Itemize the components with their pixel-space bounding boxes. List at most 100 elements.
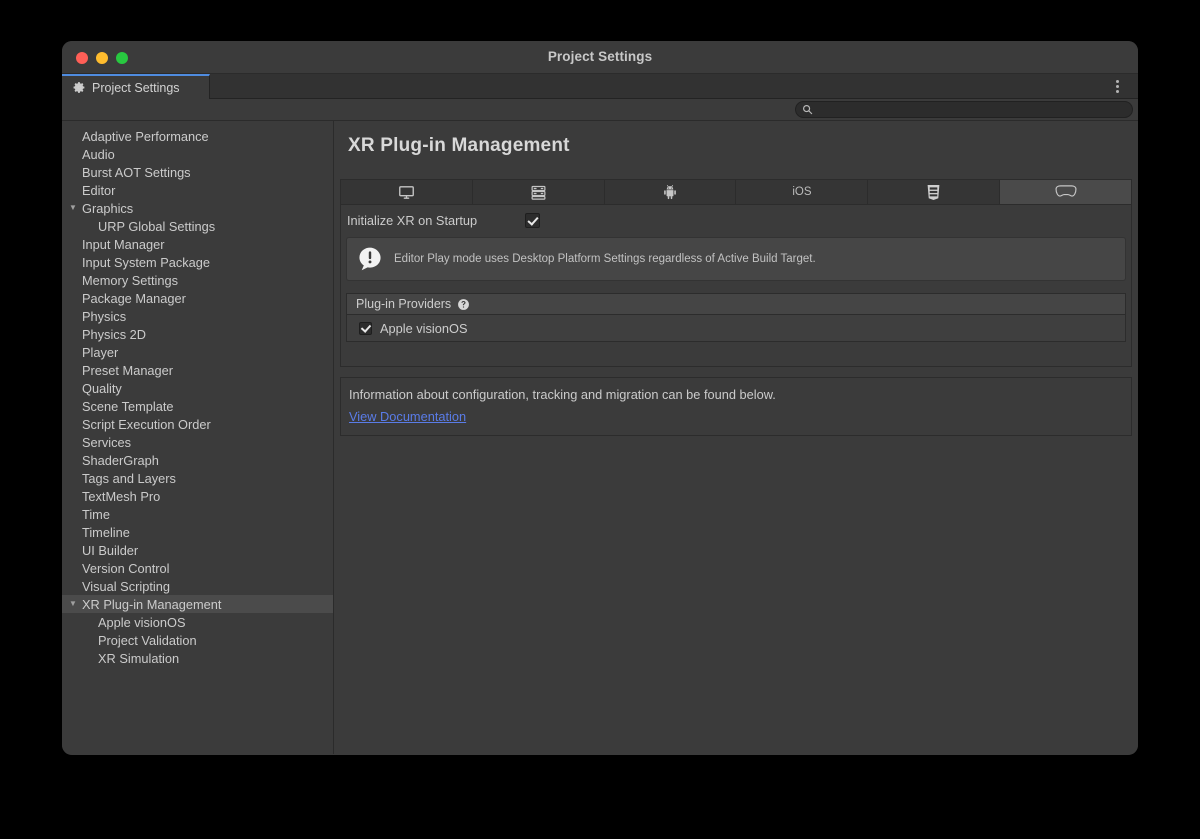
sidebar-item-preset-manager[interactable]: Preset Manager <box>62 361 333 379</box>
foldout-arrow-icon[interactable]: ▼ <box>68 595 78 613</box>
desktop-monitor-icon <box>398 184 415 201</box>
sidebar-item-label: Quality <box>82 380 122 396</box>
sidebar-item-version-control[interactable]: Version Control <box>62 559 333 577</box>
window-title-bar: Project Settings <box>62 41 1138 74</box>
sidebar-item-quality[interactable]: Quality <box>62 379 333 397</box>
sidebar-item-label: Package Manager <box>82 290 186 306</box>
sidebar-item-textmesh-pro[interactable]: TextMesh Pro <box>62 487 333 505</box>
search-field[interactable] <box>795 101 1133 118</box>
sidebar-item-label: Timeline <box>82 524 130 540</box>
info-message-text: Editor Play mode uses Desktop Platform S… <box>394 253 816 265</box>
window-body: Adaptive Performance Audio Burst AOT Setti… <box>62 121 1138 754</box>
sidebar-item-label: XR Plug-in Management <box>82 596 222 612</box>
sidebar-item-package-manager[interactable]: Package Manager <box>62 289 333 307</box>
page-title: XR Plug-in Management <box>348 135 570 156</box>
platform-tab-dedicated-server[interactable] <box>472 180 605 204</box>
plugin-providers-section: Plug-in Providers Apple visionOS <box>346 293 1126 342</box>
sidebar-item-label: Scene Template <box>82 398 174 414</box>
sidebar-item-label: Time <box>82 506 110 522</box>
sidebar-item-label: Player <box>82 344 119 360</box>
platform-tab-label: iOS <box>792 186 812 198</box>
sidebar-item-label: Physics 2D <box>82 326 147 342</box>
sidebar-item-timeline[interactable]: Timeline <box>62 523 333 541</box>
provider-row[interactable]: Apple visionOS <box>347 315 1125 341</box>
info-exclamation-icon <box>357 246 383 272</box>
platform-tab-ios[interactable]: iOS <box>736 180 869 204</box>
initialize-xr-label: Initialize XR on Startup <box>347 212 478 228</box>
sidebar-item-audio[interactable]: Audio <box>62 145 333 163</box>
sidebar-item-xr-plug-in-management[interactable]: ▼ XR Plug-in Management <box>62 595 333 613</box>
sidebar-item-adaptive-performance[interactable]: Adaptive Performance <box>62 127 333 145</box>
sidebar-item-label: Burst AOT Settings <box>82 164 191 180</box>
sidebar-item-label: TextMesh Pro <box>82 488 161 504</box>
sidebar-item-label: ShaderGraph <box>82 452 159 468</box>
dedicated-server-icon <box>530 184 547 201</box>
kebab-menu-icon[interactable] <box>1110 79 1124 94</box>
platform-tab-desktop-monitor[interactable] <box>341 180 473 204</box>
platform-tab-android-robot[interactable] <box>604 180 737 204</box>
sidebar-item-label: Memory Settings <box>82 272 179 288</box>
sidebar-item-script-execution-order[interactable]: Script Execution Order <box>62 415 333 433</box>
sidebar-item-input-system-package[interactable]: Input System Package <box>62 253 333 271</box>
sidebar-item-label: Audio <box>82 146 115 162</box>
platform-tab-webgl-html5[interactable] <box>868 180 1001 204</box>
sidebar-item-label: Project Validation <box>98 632 197 648</box>
plugin-providers-title: Plug-in Providers <box>356 297 452 311</box>
platform-tab-visionos-headset[interactable] <box>1000 180 1131 204</box>
sidebar-item-ui-builder[interactable]: UI Builder <box>62 541 333 559</box>
visionos-headset-icon <box>1053 184 1079 200</box>
documentation-box: Information about configuration, trackin… <box>340 377 1132 436</box>
sidebar-item-label: Tags and Layers <box>82 470 176 486</box>
provider-name: Apple visionOS <box>380 320 468 336</box>
sidebar-item-tags-and-layers[interactable]: Tags and Layers <box>62 469 333 487</box>
initialize-xr-checkbox[interactable] <box>525 212 540 228</box>
sidebar-item-label: UI Builder <box>82 542 139 558</box>
sidebar-item-label: XR Simulation <box>98 650 180 666</box>
help-question-icon[interactable] <box>457 298 470 311</box>
sidebar-item-scene-template[interactable]: Scene Template <box>62 397 333 415</box>
sidebar-item-physics[interactable]: Physics <box>62 307 333 325</box>
sidebar-item-visual-scripting[interactable]: Visual Scripting <box>62 577 333 595</box>
view-documentation-link[interactable]: View Documentation <box>349 409 466 424</box>
sidebar-item-label: Input Manager <box>82 236 165 252</box>
foldout-arrow-icon[interactable]: ▼ <box>68 199 78 217</box>
sidebar-item-label: Visual Scripting <box>82 578 170 594</box>
android-robot-icon <box>662 184 678 200</box>
settings-main-panel: XR Plug-in Management iOS Initialize XR … <box>334 121 1138 754</box>
sidebar-item-xr-simulation[interactable]: XR Simulation <box>62 649 333 667</box>
settings-sidebar[interactable]: Adaptive Performance Audio Burst AOT Setti… <box>62 121 334 754</box>
sidebar-item-label: Services <box>82 434 132 450</box>
sidebar-item-label: Script Execution Order <box>82 416 211 432</box>
provider-checkbox[interactable] <box>359 321 372 335</box>
sidebar-item-physics-2d[interactable]: Physics 2D <box>62 325 333 343</box>
search-input[interactable] <box>817 103 1132 116</box>
tab-project-settings[interactable]: Project Settings <box>62 74 210 99</box>
platform-tab-bar[interactable]: iOS <box>341 180 1131 205</box>
sidebar-item-memory-settings[interactable]: Memory Settings <box>62 271 333 289</box>
gear-icon <box>73 81 86 94</box>
sidebar-item-urp-global-settings[interactable]: URP Global Settings <box>62 217 333 235</box>
sidebar-item-label: Preset Manager <box>82 362 174 378</box>
sidebar-item-burst-aot-settings[interactable]: Burst AOT Settings <box>62 163 333 181</box>
sidebar-item-editor[interactable]: Editor <box>62 181 333 199</box>
sidebar-item-project-validation[interactable]: Project Validation <box>62 631 333 649</box>
editor-tab-strip: Project Settings <box>62 74 1138 99</box>
platform-settings-card: iOS Initialize XR on Startup Editor Play… <box>340 179 1132 367</box>
plugin-providers-header: Plug-in Providers <box>347 294 1125 315</box>
sidebar-item-label: Input System Package <box>82 254 211 270</box>
card-bottom-spacer <box>341 342 1131 366</box>
sidebar-item-shadergraph[interactable]: ShaderGraph <box>62 451 333 469</box>
sidebar-item-label: Version Control <box>82 560 170 576</box>
webgl-html5-icon <box>926 184 941 201</box>
tab-label: Project Settings <box>92 80 180 95</box>
sidebar-item-label: Apple visionOS <box>98 614 186 630</box>
sidebar-item-input-manager[interactable]: Input Manager <box>62 235 333 253</box>
sidebar-item-label: URP Global Settings <box>98 218 216 234</box>
sidebar-item-player[interactable]: Player <box>62 343 333 361</box>
sidebar-item-time[interactable]: Time <box>62 505 333 523</box>
info-message-box: Editor Play mode uses Desktop Platform S… <box>346 237 1126 281</box>
sidebar-item-services[interactable]: Services <box>62 433 333 451</box>
sidebar-item-label: Physics <box>82 308 127 324</box>
sidebar-item-apple-visionos[interactable]: Apple visionOS <box>62 613 333 631</box>
sidebar-item-graphics[interactable]: ▼ Graphics <box>62 199 333 217</box>
